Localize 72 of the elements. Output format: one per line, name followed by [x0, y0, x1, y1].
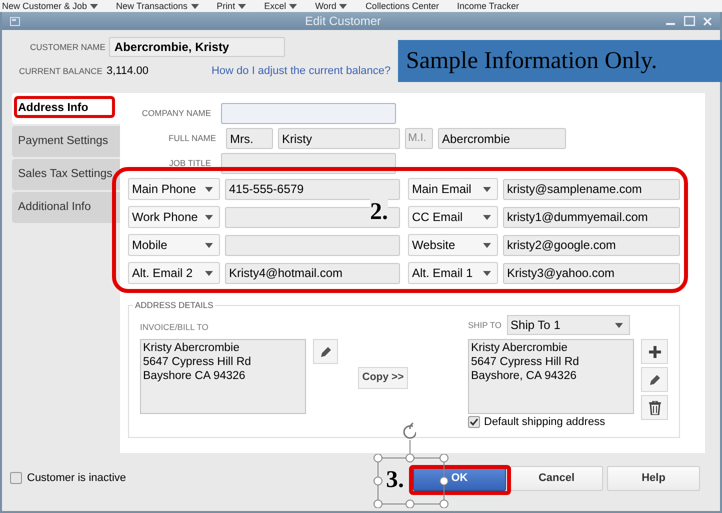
- toolbar-item[interactable]: New Transactions: [116, 0, 188, 12]
- field-label: JOB TITLE: [168, 157, 212, 170]
- trash-icon: [648, 400, 660, 414]
- field-label: FULL NAME: [168, 132, 217, 145]
- toolbar-item[interactable]: Excel: [264, 0, 286, 12]
- toolbar-item[interactable]: Print: [216, 0, 236, 12]
- balance-value: 3,114.00: [106, 64, 148, 79]
- add-address-button[interactable]: [641, 339, 668, 364]
- contact-type-dropdown[interactable]: CC Email: [408, 206, 498, 228]
- dialog-button[interactable]: Cancel: [510, 466, 603, 490]
- side-tab[interactable]: Payment Settings: [12, 126, 120, 157]
- field-label: SHIP TO: [468, 318, 502, 332]
- maximize-icon[interactable]: [684, 16, 695, 26]
- contact-type-dropdown[interactable]: Mobile: [128, 234, 220, 256]
- contact-field[interactable]: 415-555-6579: [225, 178, 400, 200]
- pencil-icon: [318, 344, 332, 358]
- contact-field[interactable]: Kristy4@hotmail.com: [225, 262, 400, 284]
- contact-field[interactable]: kristy@samplename.com: [503, 178, 680, 200]
- company-name-field[interactable]: [221, 103, 396, 124]
- contact-field[interactable]: kristy1@dummyemail.com: [503, 206, 680, 228]
- edit-address-button[interactable]: [313, 339, 338, 364]
- caret-icon: [205, 186, 213, 192]
- window-menu-icon[interactable]: [10, 16, 20, 26]
- toolbar-item[interactable]: New Customer & Job: [2, 0, 88, 12]
- checkbox[interactable]: [10, 472, 22, 484]
- ship-to-address-box[interactable]: Kristy Abercrombie 5647 Cypress Hill Rd Bayshore, CA 94326: [468, 339, 634, 414]
- contact-type-dropdown[interactable]: Alt. Email 2: [128, 262, 220, 284]
- last-name-field[interactable]: Abercrombie: [438, 128, 566, 149]
- caret-icon: [483, 214, 491, 220]
- caret-icon: [205, 242, 213, 248]
- step-label: 3.: [386, 466, 404, 495]
- field-label: INVOICE/BILL TO: [140, 321, 210, 334]
- close-icon[interactable]: [703, 16, 712, 26]
- contact-type-dropdown[interactable]: Website: [408, 234, 498, 256]
- field-label: COMPANY NAME: [140, 107, 212, 120]
- caret-icon: [205, 214, 213, 220]
- checkbox-label: Customer is inactive: [27, 470, 126, 486]
- copy-button[interactable]: Copy >>: [358, 367, 408, 389]
- title-field[interactable]: Mrs.: [226, 128, 273, 149]
- window-title: Edit Customer: [304, 13, 382, 30]
- toolbar-item[interactable]: Income Tracker: [456, 0, 520, 12]
- delete-address-button[interactable]: [641, 395, 668, 420]
- contact-field[interactable]: [225, 234, 400, 256]
- side-tab[interactable]: Additional Info: [12, 192, 120, 223]
- caret-icon: [614, 322, 623, 328]
- toolbar-item[interactable]: Collections Center: [365, 0, 439, 12]
- plus-icon: [648, 346, 660, 358]
- sample-banner: Sample Information Only.: [398, 40, 722, 82]
- caret-icon: [483, 242, 491, 248]
- contact-type-dropdown[interactable]: Main Phone: [128, 178, 220, 200]
- contact-field[interactable]: Kristy3@yahoo.com: [503, 262, 680, 284]
- contact-type-dropdown[interactable]: Main Email: [408, 178, 498, 200]
- first-name-field[interactable]: Kristy: [278, 128, 400, 149]
- customer-name-field[interactable]: Abercrombie, Kristy: [109, 37, 286, 57]
- pencil-icon: [648, 372, 662, 386]
- toolbar-item[interactable]: Word: [315, 0, 336, 12]
- dialog-button[interactable]: Help: [607, 466, 700, 490]
- bill-to-address-box[interactable]: Kristy Abercrombie 5647 Cypress Hill Rd Bayshore CA 94326: [140, 339, 306, 414]
- field-label: CURRENT BALANCE: [19, 64, 102, 78]
- checkbox-label: Default shipping address: [484, 415, 606, 430]
- ship-to-dropdown[interactable]: Ship To 1: [506, 315, 630, 335]
- field-label: CUSTOMER NAME: [30, 40, 106, 54]
- contact-type-dropdown[interactable]: Work Phone: [128, 206, 220, 228]
- side-tab[interactable]: Sales Tax Settings: [12, 159, 120, 190]
- caret-icon: [483, 270, 491, 276]
- contact-type-dropdown[interactable]: Alt. Email 1: [408, 262, 498, 284]
- caret-icon: [205, 270, 213, 276]
- checkbox[interactable]: [468, 416, 480, 428]
- edit-address-button[interactable]: [641, 367, 668, 392]
- caret-icon: [483, 186, 491, 192]
- contact-field[interactable]: kristy2@google.com: [503, 234, 680, 256]
- balance-help-link[interactable]: How do I adjust the current balance?: [211, 63, 391, 80]
